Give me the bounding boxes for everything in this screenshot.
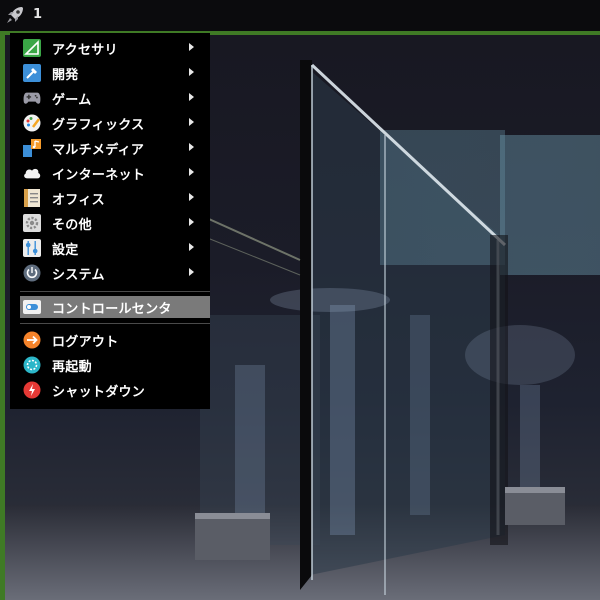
gamepad-icon: [23, 89, 41, 107]
menu-item-label: シャットダウン: [52, 384, 146, 400]
workspace-indicator[interactable]: 1: [33, 7, 42, 22]
menu-item-label: その他: [52, 217, 92, 233]
menu-item-label: ゲーム: [52, 92, 92, 108]
menu-item-label: コントロールセンタ: [52, 301, 172, 317]
menu-item-restart[interactable]: 再起動: [20, 353, 210, 377]
submenu-arrow-icon: [189, 68, 194, 76]
menu-item-control-center[interactable]: コントロールセンタ: [20, 296, 210, 318]
power-icon: [23, 264, 41, 282]
menu-item-label: ログアウト: [52, 334, 119, 350]
menu-item-label: オフィス: [52, 192, 105, 208]
submenu-arrow-icon: [189, 43, 194, 51]
menu-separator: [20, 323, 210, 324]
desktop-left-accent: [0, 35, 5, 600]
submenu-arrow-icon: [189, 118, 194, 126]
menu-item-development[interactable]: 開発: [20, 61, 210, 85]
top-panel: 1: [0, 0, 600, 32]
menu-item-graphics[interactable]: グラフィックス: [20, 111, 210, 135]
menu-item-label: システム: [52, 267, 105, 283]
menu-item-label: 設定: [52, 242, 79, 258]
settings-icon: [23, 239, 41, 257]
menu-item-accessories[interactable]: アクセサリ: [20, 36, 210, 60]
shutdown-icon: [23, 381, 41, 399]
menu-item-shutdown[interactable]: シャットダウン: [20, 378, 210, 402]
cloud-icon: [23, 164, 41, 182]
submenu-arrow-icon: [189, 168, 194, 176]
menu-item-label: 再起動: [52, 359, 92, 375]
submenu-arrow-icon: [189, 243, 194, 251]
multimedia-icon: [23, 139, 41, 157]
submenu-arrow-icon: [189, 93, 194, 101]
application-menu: アクセサリ 開発 ゲーム グラフィックス マルチメディア インターネット オフィ…: [10, 33, 210, 409]
menu-item-office[interactable]: オフィス: [20, 186, 210, 210]
development-icon: [23, 64, 41, 82]
menu-item-label: インターネット: [52, 167, 146, 183]
menu-item-label: グラフィックス: [52, 117, 145, 133]
logout-icon: [23, 331, 41, 349]
rocket-icon[interactable]: [4, 4, 26, 26]
menu-item-label: アクセサリ: [52, 42, 118, 58]
accessories-icon: [23, 39, 41, 57]
restart-icon: [23, 356, 41, 374]
menu-item-settings[interactable]: 設定: [20, 236, 210, 260]
menu-item-other[interactable]: その他: [20, 211, 210, 235]
menu-item-label: 開発: [52, 67, 79, 83]
submenu-arrow-icon: [189, 268, 194, 276]
menu-item-internet[interactable]: インターネット: [20, 161, 210, 185]
graphics-icon: [23, 114, 41, 132]
menu-separator: [20, 291, 210, 292]
menu-item-label: マルチメディア: [52, 142, 145, 158]
submenu-arrow-icon: [189, 143, 194, 151]
office-icon: [23, 189, 41, 207]
menu-item-games[interactable]: ゲーム: [20, 86, 210, 110]
submenu-arrow-icon: [189, 218, 194, 226]
submenu-arrow-icon: [189, 193, 194, 201]
menu-item-logout[interactable]: ログアウト: [20, 328, 210, 352]
menu-item-system[interactable]: システム: [20, 261, 210, 285]
gear-icon: [23, 214, 41, 232]
menu-item-multimedia[interactable]: マルチメディア: [20, 136, 210, 160]
control-center-icon: [23, 298, 41, 316]
